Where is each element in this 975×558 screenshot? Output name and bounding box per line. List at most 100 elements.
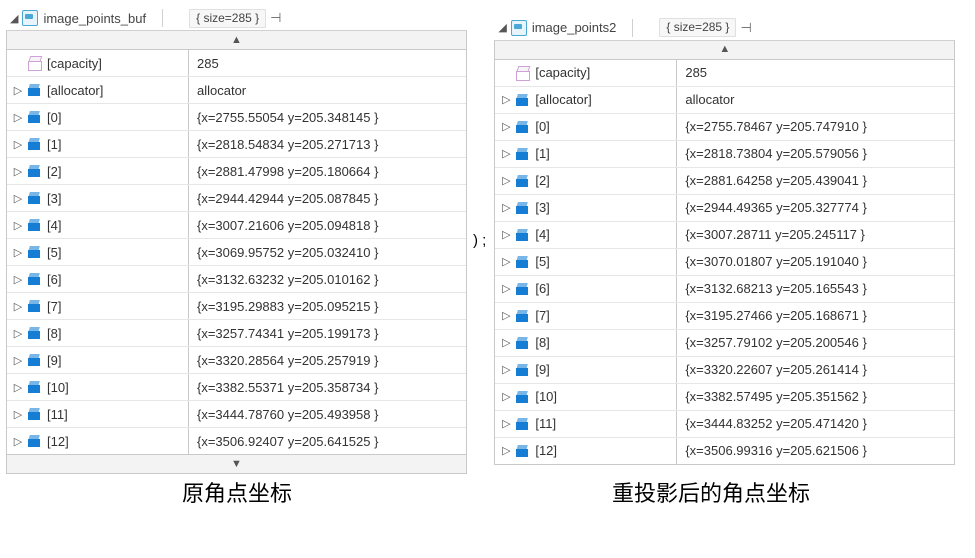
expand-icon[interactable]: ▷ — [501, 147, 511, 160]
expand-icon[interactable]: ▷ — [13, 192, 23, 205]
table-row[interactable]: ▷[5]{x=3069.95752 y=205.032410 } — [7, 239, 466, 266]
row-value: {x=2755.55054 y=205.348145 } — [189, 104, 466, 130]
table-row[interactable]: ▷[capacity]285 — [495, 60, 954, 87]
row-name: [11] — [535, 416, 556, 431]
table-row[interactable]: ▷[capacity]285 — [7, 50, 466, 77]
expand-icon[interactable]: ▷ — [13, 300, 23, 313]
object-icon — [515, 173, 531, 189]
table-row[interactable]: ▷[11]{x=3444.83252 y=205.471420 } — [495, 411, 954, 438]
row-name: [8] — [47, 326, 61, 341]
expand-icon[interactable]: ▷ — [13, 435, 23, 448]
expand-icon[interactable]: ▷ — [13, 354, 23, 367]
table-row[interactable]: ▷[allocator]allocator — [495, 87, 954, 114]
table-row[interactable]: ▷[11]{x=3444.78760 y=205.493958 } — [7, 401, 466, 428]
expand-icon[interactable]: ▷ — [501, 417, 511, 430]
table-row[interactable]: ▷[12]{x=3506.99316 y=205.621506 } — [495, 438, 954, 464]
row-name: [0] — [535, 119, 549, 134]
collapse-icon[interactable]: ◢ — [498, 21, 506, 34]
scroll-up-button[interactable]: ▲ — [494, 41, 955, 60]
expand-icon[interactable]: ▷ — [13, 246, 23, 259]
table-row[interactable]: ▷[4]{x=3007.28711 y=205.245117 } — [495, 222, 954, 249]
expand-icon[interactable]: ▷ — [13, 273, 23, 286]
expand-icon[interactable]: ▷ — [501, 93, 511, 106]
row-value: {x=2944.49365 y=205.327774 } — [677, 195, 954, 221]
row-value: {x=3195.27466 y=205.168671 } — [677, 303, 954, 329]
table-row[interactable]: ▷[0]{x=2755.78467 y=205.747910 } — [495, 114, 954, 141]
row-name: [7] — [535, 308, 549, 323]
object-icon — [515, 254, 531, 270]
row-name: [9] — [47, 353, 61, 368]
size-badge: { size=285 } — [659, 18, 736, 37]
row-value: {x=3257.74341 y=205.199173 } — [189, 320, 466, 346]
expand-icon[interactable]: ▷ — [13, 381, 23, 394]
expand-icon[interactable]: ▷ — [501, 444, 511, 457]
row-name: [4] — [47, 218, 61, 233]
collapse-icon[interactable]: ◢ — [10, 12, 18, 25]
expand-icon[interactable]: ▷ — [501, 309, 511, 322]
table-row[interactable]: ▷[allocator]allocator — [7, 77, 466, 104]
panels-container: ◢ image_points_buf { size=285 } ⊣ ▲ ▷[ca… — [0, 0, 975, 474]
row-value: {x=3195.29883 y=205.095215 } — [189, 293, 466, 319]
table-row[interactable]: ▷ [8] {x=3257.74341 y=205.199173 } — [7, 320, 466, 347]
table-row[interactable]: ▷[2]{x=2881.64258 y=205.439041 } — [495, 168, 954, 195]
expand-icon[interactable]: ▷ — [13, 408, 23, 421]
watch-panel-left: ◢ image_points_buf { size=285 } ⊣ ▲ ▷[ca… — [6, 6, 467, 474]
table-row[interactable]: ▷[2]{x=2881.47998 y=205.180664 } — [7, 158, 466, 185]
object-icon — [27, 136, 43, 152]
table-row[interactable]: ▷[0]{x=2755.55054 y=205.348145 } — [7, 104, 466, 131]
table-row[interactable]: ▷ [7] {x=3195.27466 y=205.168671 } — [495, 303, 954, 330]
pin-icon[interactable]: ⊣ — [740, 20, 751, 36]
struct-icon — [515, 65, 531, 81]
expand-icon[interactable]: ▷ — [501, 201, 511, 214]
code-fragment: ) ; — [473, 232, 488, 249]
pin-icon[interactable]: ⊣ — [270, 10, 281, 26]
expand-icon[interactable]: ▷ — [13, 327, 23, 340]
row-value: {x=3320.28564 y=205.257919 } — [189, 347, 466, 373]
row-value: {x=3320.22607 y=205.261414 } — [677, 357, 954, 383]
table-row[interactable]: ▷[10]{x=3382.55371 y=205.358734 } — [7, 374, 466, 401]
expand-icon[interactable]: ▷ — [13, 84, 23, 97]
expand-icon[interactable]: ▷ — [501, 228, 511, 241]
scroll-down-button[interactable]: ▼ — [6, 455, 467, 474]
table-row[interactable]: ▷[6]{x=3132.63232 y=205.010162 } — [7, 266, 466, 293]
expand-icon[interactable]: ▷ — [501, 282, 511, 295]
table-row[interactable]: ▷ [9] {x=3320.28564 y=205.257919 } — [7, 347, 466, 374]
table-row[interactable]: ▷[12]{x=3506.92407 y=205.641525 } — [7, 428, 466, 454]
expand-icon[interactable]: ▷ — [13, 111, 23, 124]
row-name: [8] — [535, 335, 549, 350]
separator — [162, 9, 163, 27]
table-row[interactable]: ▷[1]{x=2818.73804 y=205.579056 } — [495, 141, 954, 168]
row-value: {x=3257.79102 y=205.200546 } — [677, 330, 954, 356]
expand-icon[interactable]: ▷ — [501, 255, 511, 268]
table-row[interactable]: ▷[7]{x=3195.29883 y=205.095215 } — [7, 293, 466, 320]
table-row[interactable]: ▷ [8] {x=3257.79102 y=205.200546 } — [495, 330, 954, 357]
expand-icon[interactable]: ▷ — [501, 174, 511, 187]
variable-name[interactable]: image_points_buf — [43, 11, 146, 26]
row-value: {x=3007.28711 y=205.245117 } — [677, 222, 954, 248]
variable-name[interactable]: image_points2 — [532, 20, 617, 35]
table-row[interactable]: ▷[5]{x=3070.01807 y=205.191040 } — [495, 249, 954, 276]
table-row[interactable]: ▷[6]{x=3132.68213 y=205.165543 } — [495, 276, 954, 303]
expand-icon[interactable]: ▷ — [501, 120, 511, 133]
table-row[interactable]: ▷[3]{x=2944.42944 y=205.087845 } — [7, 185, 466, 212]
row-name: [10] — [535, 389, 557, 404]
object-icon — [27, 325, 43, 341]
table-row[interactable]: ▷[1]{x=2818.54834 y=205.271713 } — [7, 131, 466, 158]
table-row[interactable]: ▷ [10] {x=3382.57495 y=205.351562 } — [495, 384, 954, 411]
expand-icon[interactable]: ▷ — [13, 219, 23, 232]
object-icon — [27, 352, 43, 368]
panel-titlebar: ◢ image_points2 { size=285 } ⊣ — [494, 16, 955, 41]
row-name: [2] — [47, 164, 61, 179]
row-value: {x=3382.57495 y=205.351562 } — [677, 384, 954, 410]
expand-icon[interactable]: ▷ — [501, 363, 511, 376]
table-row[interactable]: ▷[3]{x=2944.49365 y=205.327774 } — [495, 195, 954, 222]
scroll-up-button[interactable]: ▲ — [6, 31, 467, 50]
row-value: allocator — [677, 87, 954, 113]
expand-icon[interactable]: ▷ — [501, 336, 511, 349]
expand-icon[interactable]: ▷ — [501, 390, 511, 403]
expand-icon[interactable]: ▷ — [13, 138, 23, 151]
table-row[interactable]: ▷[4]{x=3007.21606 y=205.094818 } — [7, 212, 466, 239]
row-value: {x=3506.99316 y=205.621506 } — [677, 438, 954, 464]
table-row[interactable]: ▷[9]{x=3320.22607 y=205.261414 } — [495, 357, 954, 384]
expand-icon[interactable]: ▷ — [13, 165, 23, 178]
